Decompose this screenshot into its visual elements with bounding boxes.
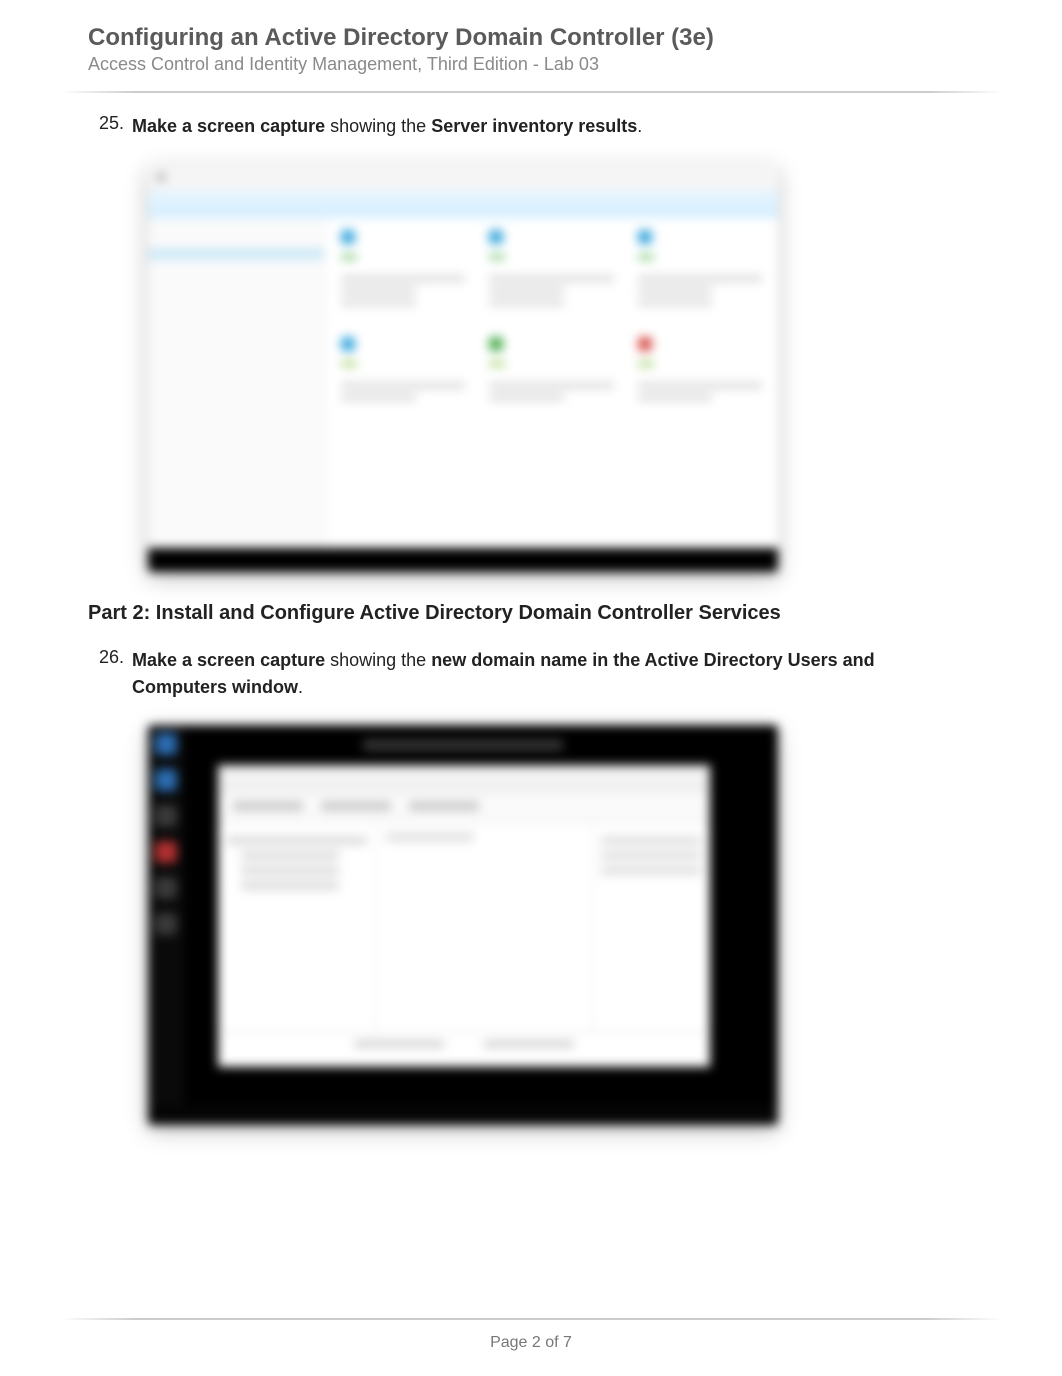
desktop-taskbar bbox=[148, 725, 184, 1125]
page-subtitle: Access Control and Identity Management, … bbox=[88, 54, 974, 75]
tile-icon bbox=[489, 230, 503, 244]
dashboard-tile bbox=[341, 230, 465, 311]
window-taskbar bbox=[148, 548, 778, 572]
step-text: Make a screen capture showing the Server… bbox=[132, 113, 974, 140]
server-manager-ribbon bbox=[148, 190, 778, 218]
tile-icon bbox=[638, 337, 652, 351]
main-content: 25. Make a screen capture showing the Se… bbox=[0, 93, 1062, 1125]
aduc-actions-pane bbox=[592, 822, 709, 1032]
screenshot-2-container bbox=[148, 725, 974, 1125]
desktop-title-placeholder bbox=[363, 739, 563, 751]
server-manager-sidebar bbox=[148, 218, 325, 548]
taskbar-icon bbox=[155, 841, 177, 863]
window-titlebar bbox=[148, 164, 778, 190]
page-header: Configuring an Active Directory Domain C… bbox=[0, 24, 1062, 83]
dashboard-tile bbox=[489, 337, 613, 406]
tile-icon bbox=[489, 337, 503, 351]
dashboard-tile bbox=[489, 230, 613, 311]
status-badge bbox=[489, 362, 505, 366]
taskbar-icon bbox=[155, 733, 177, 755]
step-tail: . bbox=[637, 116, 642, 136]
tile-icon bbox=[341, 337, 355, 351]
step-number: 26. bbox=[88, 647, 132, 701]
part-2-heading: Part 2: Install and Configure Active Dir… bbox=[88, 602, 974, 625]
step-bold-1: Make a screen capture bbox=[132, 650, 325, 670]
taskbar-icon bbox=[155, 805, 177, 827]
taskbar-icon bbox=[155, 877, 177, 899]
page-number: Page 2 of 7 bbox=[0, 1334, 1062, 1352]
sidebar-item bbox=[156, 228, 316, 238]
status-badge bbox=[341, 362, 357, 366]
screenshot-server-inventory bbox=[148, 164, 778, 572]
desktop-bottom-bar bbox=[148, 1105, 778, 1125]
toolbar-item bbox=[233, 801, 303, 811]
screenshot-1-container bbox=[148, 164, 974, 572]
screenshot-ad-users-computers bbox=[148, 725, 778, 1125]
taskbar-icon bbox=[155, 913, 177, 935]
tile-icon bbox=[638, 230, 652, 244]
sidebar-item bbox=[156, 260, 316, 270]
window-control-icon bbox=[156, 172, 166, 182]
dashboard-tile bbox=[638, 337, 762, 406]
status-badge bbox=[489, 255, 505, 259]
status-badge bbox=[341, 255, 357, 259]
aduc-window bbox=[218, 765, 710, 1067]
step-mid: showing the bbox=[325, 116, 431, 136]
dashboard-tile bbox=[638, 230, 762, 311]
step-tail: . bbox=[298, 677, 303, 697]
tile-icon bbox=[341, 230, 355, 244]
step-bold-2: Server inventory results bbox=[431, 116, 637, 136]
sidebar-item bbox=[156, 238, 316, 248]
step-25: 25. Make a screen capture showing the Se… bbox=[88, 113, 974, 140]
sidebar-item bbox=[156, 290, 316, 300]
window-statusbar bbox=[219, 1032, 709, 1055]
step-mid: showing the bbox=[325, 650, 431, 670]
step-number: 25. bbox=[88, 113, 132, 140]
status-badge bbox=[638, 362, 654, 366]
taskbar-icon bbox=[155, 769, 177, 791]
aduc-detail-pane bbox=[376, 822, 592, 1032]
window-toolbar bbox=[219, 791, 709, 822]
dashboard-tile bbox=[341, 337, 465, 406]
server-manager-dashboard bbox=[325, 218, 778, 548]
footer-divider bbox=[60, 1318, 1002, 1320]
sidebar-item bbox=[156, 280, 316, 290]
sidebar-item-selected bbox=[148, 248, 324, 260]
status-badge bbox=[638, 255, 654, 259]
window-titlebar bbox=[219, 766, 709, 791]
toolbar-item bbox=[409, 801, 479, 811]
aduc-tree-pane bbox=[219, 822, 376, 1032]
step-26: 26. Make a screen capture showing the ne… bbox=[88, 647, 974, 701]
toolbar-item bbox=[321, 801, 391, 811]
page-title: Configuring an Active Directory Domain C… bbox=[88, 24, 974, 52]
step-text: Make a screen capture showing the new do… bbox=[132, 647, 974, 701]
step-bold-1: Make a screen capture bbox=[132, 116, 325, 136]
sidebar-item bbox=[156, 270, 316, 280]
